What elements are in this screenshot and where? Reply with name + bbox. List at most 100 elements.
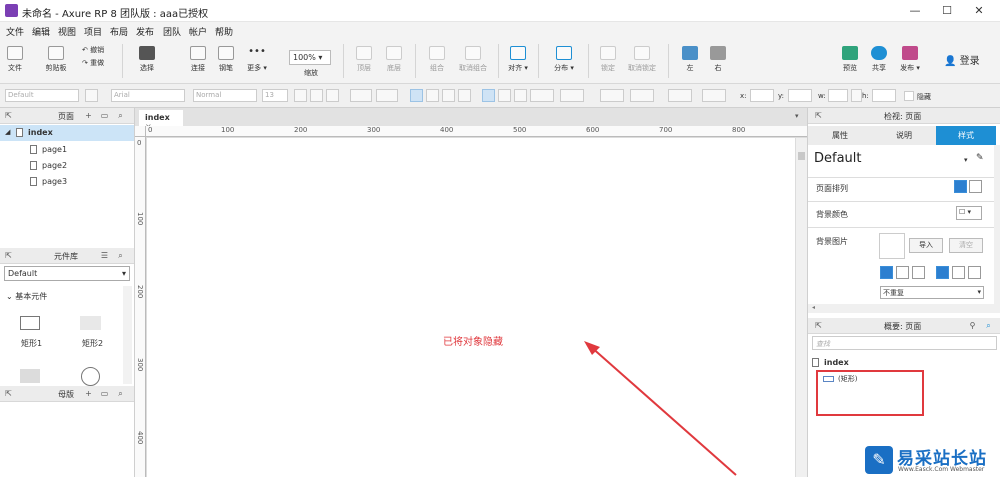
tab-notes[interactable]: 说明	[872, 126, 936, 145]
maximize-button[interactable]: ☐	[932, 3, 962, 19]
menu-publish[interactable]: 发布	[136, 25, 154, 38]
font-weight-select[interactable]: Normal	[193, 89, 257, 102]
search-icon[interactable]: ⌕	[116, 389, 125, 398]
add-folder-icon[interactable]: ▭	[100, 111, 109, 120]
line-width-icon[interactable]	[630, 89, 654, 102]
lock-button[interactable]: 锁定	[598, 46, 618, 73]
collapse-icon[interactable]: ⇱	[814, 321, 823, 330]
align-left-icon[interactable]	[410, 89, 423, 102]
style-select[interactable]: Default	[5, 89, 79, 102]
preview-button[interactable]: 预览	[838, 46, 862, 73]
menu-view[interactable]: 视图	[58, 25, 76, 38]
image-pos-icon[interactable]	[952, 266, 965, 279]
menu-team[interactable]: 团队	[163, 25, 181, 38]
add-master-icon[interactable]: +	[84, 389, 93, 398]
search-icon[interactable]: ⌕	[116, 251, 125, 260]
top-layer-button[interactable]: 顶层	[352, 46, 376, 73]
y-input[interactable]	[788, 89, 812, 102]
menu-layout[interactable]: 布局	[110, 25, 128, 38]
font-color-icon[interactable]	[350, 89, 372, 102]
menu-project[interactable]: 项目	[84, 25, 102, 38]
shadow-icon[interactable]	[560, 89, 584, 102]
style-dropdown-icon[interactable]: ▾	[964, 156, 968, 164]
scroll-thumb[interactable]	[798, 152, 805, 160]
edit-style-icon[interactable]: ✎	[976, 153, 984, 163]
page-item-index[interactable]: ◢ index	[0, 125, 134, 141]
hidden-checkbox[interactable]	[904, 91, 914, 101]
tab-style[interactable]: 样式	[936, 126, 996, 145]
ungroup-button[interactable]: 取消组合	[453, 46, 493, 73]
publish-button[interactable]: 发布 ▾	[896, 46, 924, 73]
page-item[interactable]: page1	[30, 145, 67, 154]
page-item[interactable]: page3	[30, 177, 67, 186]
image-pos-icon[interactable]	[968, 266, 981, 279]
bold-icon[interactable]	[294, 89, 307, 102]
connect-tool[interactable]: 连接	[186, 46, 210, 73]
align-button[interactable]: 对齐 ▾	[505, 46, 531, 73]
rectangle-widget-icon[interactable]	[20, 316, 40, 330]
outline-search-input[interactable]: 查找	[812, 336, 997, 350]
align-center-icon[interactable]	[426, 89, 439, 102]
menu-account[interactable]: 帐户	[189, 25, 207, 38]
minimize-button[interactable]: —	[900, 3, 930, 19]
list-icon[interactable]	[376, 89, 398, 102]
h-input[interactable]	[872, 89, 896, 102]
image-pos-icon[interactable]	[880, 266, 893, 279]
add-folder-icon[interactable]: ▭	[100, 389, 109, 398]
filter-icon[interactable]: ⚲	[968, 321, 977, 330]
collapse-icon[interactable]: ⇱	[4, 389, 13, 398]
lock-ratio-icon[interactable]	[851, 89, 862, 102]
canvas-scrollbar[interactable]	[796, 138, 807, 477]
search-icon[interactable]: ⌕	[984, 321, 993, 330]
pen-tool[interactable]: 钢笔	[214, 46, 238, 73]
outline-root[interactable]: index	[812, 358, 849, 367]
arrow-style-icon[interactable]	[702, 89, 726, 102]
italic-icon[interactable]	[310, 89, 323, 102]
bottom-layer-button[interactable]: 底层	[382, 46, 406, 73]
tab-menu-icon[interactable]: ▾	[795, 112, 799, 120]
image-pos-icon[interactable]	[936, 266, 949, 279]
select-tool[interactable]: 选择	[132, 46, 162, 73]
expand-triangle-icon[interactable]: ◢	[5, 128, 10, 136]
style-edit-icon[interactable]	[85, 89, 98, 102]
right-button[interactable]: 右	[708, 46, 728, 73]
inspector-hscrollbar[interactable]: ◂	[808, 304, 1000, 313]
rectangle2-widget-icon[interactable]	[80, 316, 101, 330]
collapse-icon[interactable]: ⇱	[4, 111, 13, 120]
repeat-select[interactable]: 不重复 ▾	[880, 286, 984, 299]
collapse-icon[interactable]: ⇱	[4, 251, 13, 260]
tab-index[interactable]: index ×	[139, 110, 183, 131]
image-pos-icon[interactable]	[912, 266, 925, 279]
login-button[interactable]: 👤 登录	[944, 52, 980, 67]
share-button[interactable]: 共享	[867, 46, 891, 73]
search-icon[interactable]: ⌕	[116, 111, 125, 120]
line-style-icon[interactable]	[668, 89, 692, 102]
valign-bottom-icon[interactable]	[514, 89, 527, 102]
left-button[interactable]: 左	[680, 46, 700, 73]
undo-button[interactable]: ↶ 撤销	[82, 45, 112, 55]
distribute-button[interactable]: 分布 ▾	[550, 46, 578, 73]
bg-color-picker[interactable]: ☐ ▾	[956, 206, 982, 220]
menu-help[interactable]: 帮助	[215, 25, 233, 38]
image-widget-icon[interactable]	[20, 369, 40, 383]
menu-file[interactable]: 文件	[6, 25, 24, 38]
file-button[interactable]: 文件	[4, 46, 26, 73]
close-button[interactable]: ✕	[964, 3, 994, 19]
valign-top-icon[interactable]	[482, 89, 495, 102]
w-input[interactable]	[828, 89, 848, 102]
underline-icon[interactable]	[326, 89, 339, 102]
section-basic-widgets[interactable]: ⌄ 基本元件	[6, 291, 47, 302]
library-scrollbar[interactable]	[123, 286, 132, 384]
image-pos-icon[interactable]	[896, 266, 909, 279]
font-size-select[interactable]: 13	[262, 89, 288, 102]
redo-button[interactable]: ↷ 重做	[82, 58, 112, 68]
zoom-select[interactable]: 100% ▾	[289, 50, 331, 65]
clear-button[interactable]: 清空	[949, 238, 983, 253]
align-right-icon[interactable]	[442, 89, 455, 102]
inspector-scrollbar[interactable]	[994, 145, 1000, 305]
menu-icon[interactable]: ☰	[100, 251, 109, 260]
valign-middle-icon[interactable]	[498, 89, 511, 102]
library-select[interactable]: Default ▾	[4, 266, 130, 281]
align-center-page-icon[interactable]	[969, 180, 982, 193]
add-page-icon[interactable]: +	[84, 111, 93, 120]
